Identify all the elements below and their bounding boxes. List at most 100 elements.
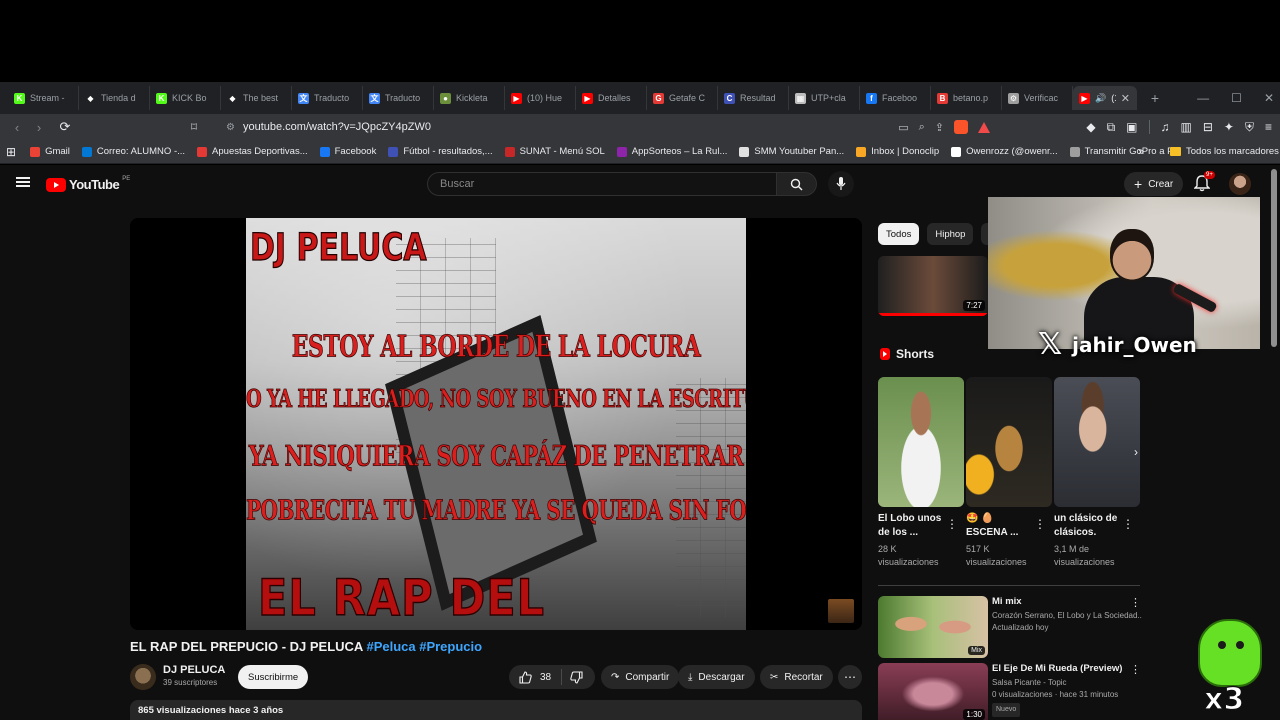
bookmark-item[interactable]: SUNAT - Menú SOL: [504, 146, 605, 157]
recommendation-item[interactable]: 1:30 El Eje De Mi Rueda (Preview) Salsa …: [878, 663, 1148, 720]
bookmark-icon[interactable]: ⌑: [180, 120, 208, 134]
share-button[interactable]: ↷ Compartir: [601, 665, 680, 689]
browser-tab[interactable]: Bbetano.p: [931, 86, 1002, 110]
reload-icon[interactable]: ⟳: [54, 119, 76, 135]
site-info-icon[interactable]: ⚙: [226, 122, 235, 133]
shorts-next-icon[interactable]: ›: [1126, 445, 1146, 465]
browser-tab[interactable]: ◆ The best: [221, 86, 292, 110]
browser-tab[interactable]: ⚙ Verificac: [1002, 86, 1073, 110]
address-bar[interactable]: ⌑ ⚙ youtube.com/watch?v=JQpcZY4pZW0 ▭ ⌕ …: [180, 116, 990, 138]
recommendation-menu-icon[interactable]: ⋮: [1130, 596, 1141, 609]
browser-tab[interactable]: G Getafe C: [647, 86, 718, 110]
subscribe-button[interactable]: Suscribirme: [238, 665, 309, 689]
dislike-button[interactable]: [562, 670, 591, 684]
browser-tab[interactable]: ▦ UTP+cla: [789, 86, 860, 110]
short-item[interactable]: El Lobo unos de los ... 28 K visualizaci…: [878, 377, 964, 569]
voice-search-button[interactable]: [828, 171, 854, 197]
video-player[interactable]: DJ PELUCA ESTOY AL BORDE DE LA LOCURA O …: [130, 218, 862, 630]
notifications-button[interactable]: 9+: [1193, 171, 1215, 192]
channel-name[interactable]: DJ PELUCA: [163, 664, 225, 676]
browser-tab[interactable]: f Faceboo: [860, 86, 931, 110]
share-icon[interactable]: ⇪: [935, 121, 944, 134]
short-menu-icon[interactable]: ⋮: [1034, 517, 1046, 531]
extensions-icon[interactable]: ⧉: [1107, 120, 1116, 135]
back-icon[interactable]: ‹: [6, 120, 28, 135]
close-tab-icon[interactable]: ✕: [1121, 92, 1130, 105]
reading-list-icon[interactable]: ▣: [1126, 120, 1137, 134]
bookmark-item[interactable]: Correo: ALUMNO -...: [81, 146, 185, 157]
cast-icon[interactable]: ▭: [898, 121, 908, 134]
video-hashtags[interactable]: #Peluca #Prepucio: [366, 639, 482, 654]
bookmark-item[interactable]: Inbox | Donoclip: [856, 146, 939, 157]
short-item[interactable]: 🤩 🥚 ESCENA ... 517 K visualizaciones ⋮: [966, 377, 1052, 569]
url-text[interactable]: youtube.com/watch?v=JQpcZY4pZW0: [243, 121, 431, 133]
search-input[interactable]: Buscar: [427, 172, 777, 196]
bookmark-item[interactable]: Apuestas Deportivas...: [197, 146, 308, 157]
forward-icon[interactable]: ›: [28, 120, 50, 135]
youtube-logo[interactable]: YouTube PE: [46, 176, 130, 192]
recommendation-title[interactable]: El Eje De Mi Rueda (Preview): [992, 663, 1122, 674]
leo-ai-icon[interactable]: ✦: [1224, 120, 1234, 134]
sidebar-icon[interactable]: ▥: [1181, 120, 1192, 134]
more-bookmarks-icon[interactable]: »: [1138, 146, 1144, 158]
browser-tab[interactable]: K KICK Bo: [150, 86, 221, 110]
minimize-icon[interactable]: —: [1197, 91, 1209, 105]
media-icon[interactable]: ♫: [1161, 120, 1170, 134]
wallet-icon[interactable]: ◆: [1086, 120, 1095, 134]
browser-tab[interactable]: ▶ Detalles: [576, 86, 647, 110]
account-avatar[interactable]: [1229, 173, 1251, 195]
recommendation-menu-icon[interactable]: ⋮: [1130, 663, 1141, 676]
hamburger-menu-icon[interactable]: [16, 177, 30, 187]
page-scrollbar[interactable]: [1271, 169, 1277, 347]
clip-button[interactable]: ✂ Recortar: [760, 665, 833, 689]
maximize-icon[interactable]: ☐: [1231, 91, 1242, 105]
short-thumbnail[interactable]: [1054, 377, 1140, 507]
short-thumbnail[interactable]: [878, 377, 964, 507]
browser-tab[interactable]: ● Kickleta: [434, 86, 505, 110]
chip-hiphop[interactable]: Hiphop: [927, 223, 974, 245]
short-thumbnail[interactable]: [966, 377, 1052, 507]
brave-shields-icon[interactable]: [954, 120, 968, 134]
create-button[interactable]: + Crear: [1124, 172, 1184, 196]
short-title[interactable]: El Lobo unos de los ...: [878, 512, 948, 540]
brave-rewards-icon[interactable]: [978, 121, 990, 133]
browser-tab[interactable]: C Resultad: [718, 86, 789, 110]
channel-watermark[interactable]: [828, 599, 854, 623]
browser-tab[interactable]: 文 Traducto: [363, 86, 434, 110]
browser-tab[interactable]: ▶ (10) Hue: [505, 86, 576, 110]
browser-tab[interactable]: K Stream -: [8, 86, 79, 110]
bookmark-item[interactable]: Transmitir GoPro a PC: [1069, 146, 1180, 157]
bookmark-item[interactable]: Gmail: [30, 146, 70, 157]
close-window-icon[interactable]: ✕: [1264, 91, 1274, 105]
bookmark-item[interactable]: Owenrozz (@owenr...: [951, 146, 1058, 157]
like-button[interactable]: 38: [509, 669, 563, 685]
channel-avatar[interactable]: [130, 664, 156, 690]
bookmark-item[interactable]: SMM Youtuber Pan...: [739, 146, 844, 157]
menu-icon[interactable]: ≡: [1265, 120, 1272, 134]
audio-playing-icon[interactable]: 🔊: [1095, 93, 1106, 104]
active-browser-tab[interactable]: ▶ 🔊 (1 ✕: [1073, 86, 1137, 110]
short-title[interactable]: 🤩 🥚 ESCENA ...: [966, 512, 1036, 540]
recommendation-thumbnail[interactable]: 1:30: [878, 663, 988, 720]
zoom-icon[interactable]: ⌕: [919, 121, 925, 134]
bookmark-item[interactable]: Facebook: [319, 146, 376, 157]
all-bookmarks-folder[interactable]: Todos los marcadores: [1170, 146, 1279, 157]
short-item[interactable]: un clásico de clásicos. 3,1 M de visuali…: [1054, 377, 1140, 569]
split-view-icon[interactable]: ⊟: [1203, 120, 1213, 134]
bookmark-item[interactable]: Fútbol - resultados,...: [388, 146, 493, 157]
short-menu-icon[interactable]: ⋮: [946, 517, 958, 531]
recommendation-title[interactable]: Mi mix: [992, 596, 1022, 607]
description-box[interactable]: 865 visualizaciones hace 3 años: [130, 700, 862, 720]
browser-tab[interactable]: ◆ Tienda d: [79, 86, 150, 110]
recommendation-thumbnail[interactable]: Mix: [878, 596, 988, 658]
recommendation-item[interactable]: Mix Mi mix Corazón Serrano, El Lobo y La…: [878, 596, 1148, 658]
short-menu-icon[interactable]: ⋮: [1122, 517, 1134, 531]
browser-tab[interactable]: 文 Traducto: [292, 86, 363, 110]
bookmark-item[interactable]: AppSorteos – La Rul...: [616, 146, 727, 157]
vpn-icon[interactable]: ⛨: [1245, 120, 1254, 135]
download-button[interactable]: ⤓ Descargar: [678, 665, 755, 689]
search-button[interactable]: [777, 172, 817, 196]
more-actions-button[interactable]: ⋯: [838, 665, 862, 689]
related-video-thumbnail[interactable]: 7:27: [878, 256, 988, 316]
short-title[interactable]: un clásico de clásicos.: [1054, 512, 1124, 540]
